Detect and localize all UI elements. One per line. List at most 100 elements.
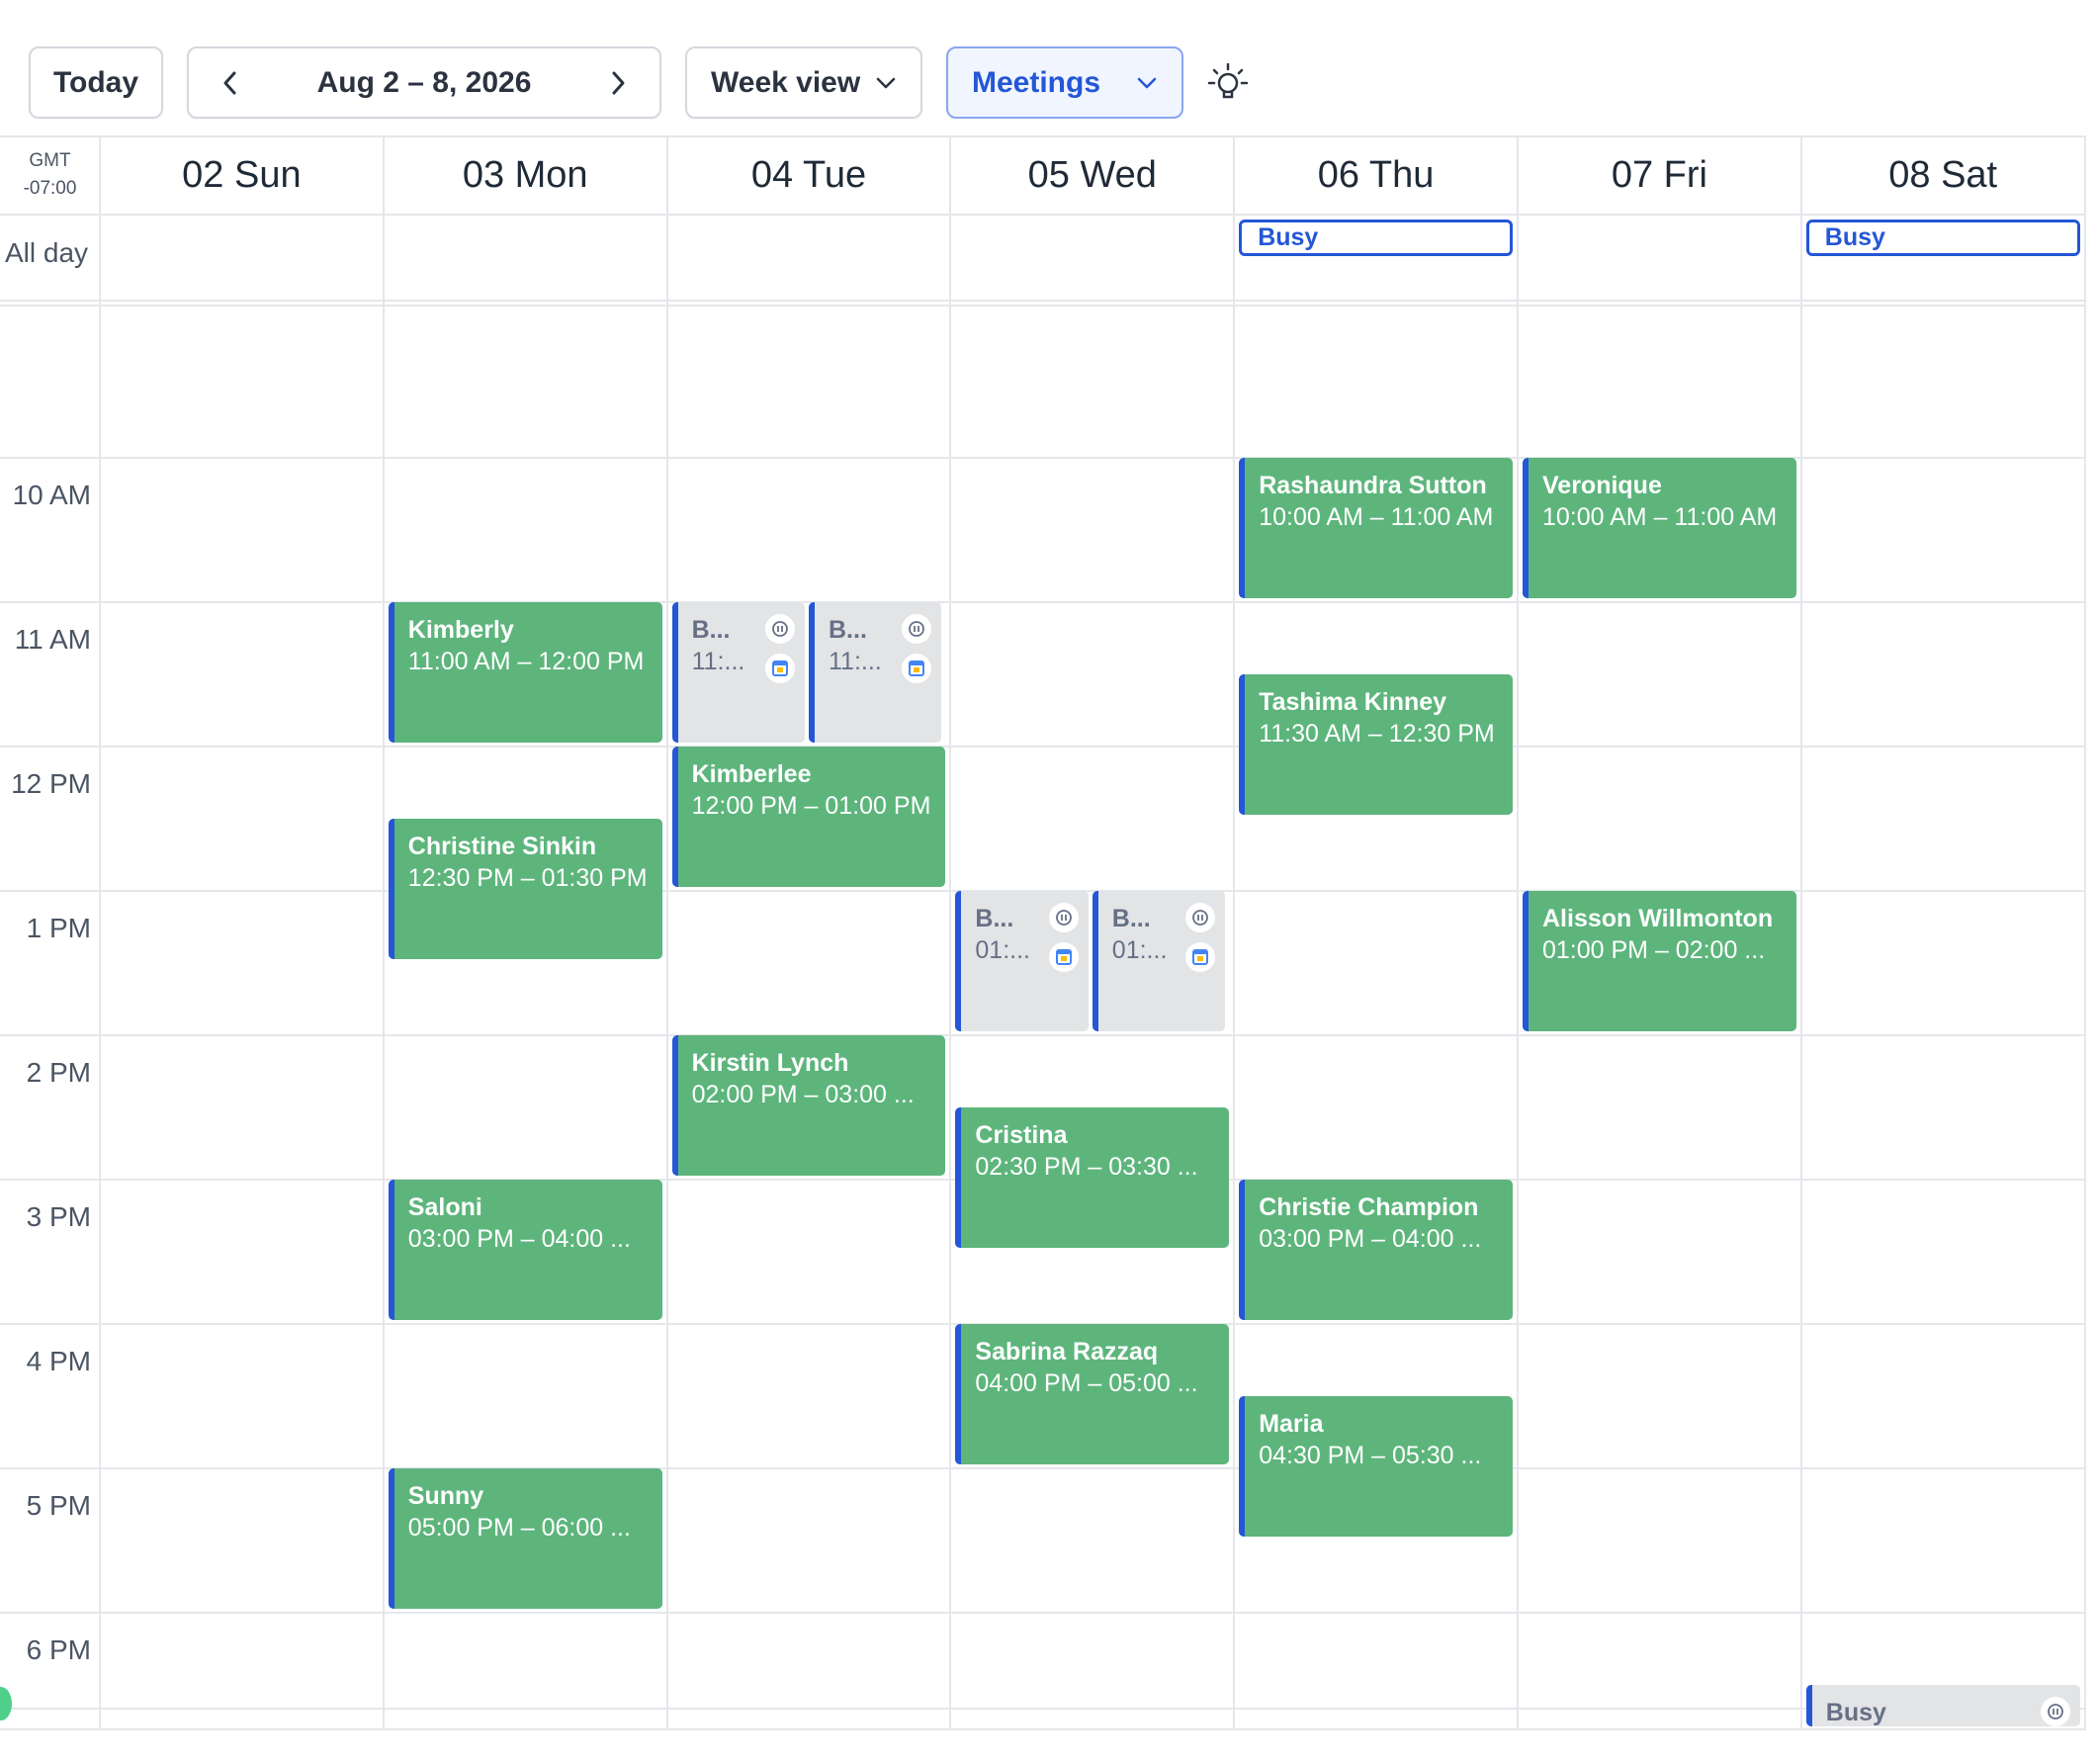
hour-line — [0, 1612, 2086, 1614]
event-time: 12:00 PM – 01:00 PM — [691, 792, 931, 820]
event-time: 12:30 PM – 01:30 PM — [407, 864, 648, 892]
event-time: 11:30 AM – 12:30 PM — [1259, 720, 1495, 748]
busy-status-icon — [764, 614, 795, 644]
day-header[interactable]: 06 Thu — [1234, 135, 1518, 215]
hour-line — [0, 1034, 2086, 1036]
date-range-label: Aug 2 – 8, 2026 — [316, 65, 532, 99]
event-time: 02:30 PM – 03:30 ... — [975, 1153, 1198, 1181]
meeting-event[interactable]: Christie Champion 03:00 PM – 04:00 ... — [1239, 1180, 1513, 1320]
meeting-event[interactable]: Alisson Willmonton 01:00 PM – 02:00 ... — [1523, 891, 1796, 1031]
header-divider — [0, 214, 2086, 216]
meeting-event[interactable]: Christine Sinkin 12:30 PM – 01:30 PM — [388, 819, 662, 959]
hour-line — [0, 601, 2086, 603]
event-title: Rashaundra Sutton — [1259, 472, 1487, 499]
chevron-down-icon — [1137, 77, 1157, 88]
meeting-event[interactable]: Sabrina Razzaq 04:00 PM – 05:00 ... — [955, 1324, 1230, 1464]
next-week-button[interactable] — [598, 63, 638, 103]
date-range-navigator: Aug 2 – 8, 2026 — [187, 46, 661, 119]
meeting-event[interactable]: Cristina 02:30 PM – 03:30 ... — [955, 1107, 1230, 1248]
event-time: 01:00 PM – 02:00 ... — [1542, 936, 1766, 964]
day-header[interactable]: 05 Wed — [950, 135, 1234, 215]
hour-label: 2 PM — [26, 1057, 91, 1088]
busy-status-icon — [902, 614, 932, 644]
event-title: Christine Sinkin — [407, 833, 597, 860]
chevron-left-icon — [223, 71, 236, 94]
event-time: 04:00 PM – 05:00 ... — [975, 1369, 1198, 1397]
busy-event-block[interactable]: B... 01:... — [955, 891, 1089, 1031]
event-time: 10:00 AM – 11:00 AM — [1259, 503, 1494, 531]
event-icons — [902, 614, 932, 683]
meeting-event[interactable]: Veronique 10:00 AM – 11:00 AM — [1523, 458, 1796, 598]
allday-divider-shadow — [0, 305, 2086, 307]
timezone-name: GMT — [29, 150, 71, 171]
calendar-toolbar: Today Aug 2 – 8, 2026 Week view Meetings — [0, 0, 2098, 129]
day-column-divider — [1517, 135, 1519, 1728]
event-title: Sabrina Razzaq — [975, 1338, 1159, 1366]
chevron-down-icon — [876, 77, 896, 88]
day-column-divider — [382, 135, 385, 1728]
event-time: 02:00 PM – 03:00 ... — [691, 1081, 915, 1108]
allday-busy-event[interactable]: Busy — [1805, 220, 2080, 256]
view-select-label: Week view — [711, 65, 861, 99]
day-header[interactable]: 03 Mon — [384, 135, 667, 215]
allday-label: All day — [5, 237, 89, 268]
event-time: 10:00 AM – 11:00 AM — [1542, 503, 1778, 531]
day-column-divider — [1233, 135, 1236, 1728]
event-title: Kimberlee — [691, 760, 812, 788]
day-column-divider — [99, 135, 101, 1728]
event-title: Veronique — [1542, 472, 1662, 499]
hour-label: 11 AM — [14, 624, 91, 655]
google-calendar-icon — [764, 654, 795, 683]
event-time: 04:30 PM – 05:30 ... — [1259, 1442, 1482, 1469]
busy-event-block[interactable]: B... 11:... — [809, 602, 942, 743]
google-calendar-icon — [1048, 942, 1079, 972]
day-header[interactable]: 04 Tue — [667, 135, 951, 215]
event-time: 03:00 PM – 04:00 ... — [407, 1225, 631, 1253]
view-select[interactable]: Week view — [685, 46, 922, 119]
day-column-divider — [1799, 135, 1802, 1728]
timezone-offset: -07:00 — [23, 178, 77, 199]
busy-event-block[interactable]: B... 01:... — [1092, 891, 1226, 1031]
allday-busy-event[interactable]: Busy — [1239, 220, 1513, 256]
today-button[interactable]: Today — [29, 46, 163, 119]
day-header[interactable]: 07 Fri — [1518, 135, 1801, 215]
hour-line — [0, 1467, 2086, 1469]
meeting-event[interactable]: Saloni 03:00 PM – 04:00 ... — [388, 1180, 662, 1320]
meeting-event[interactable]: Maria 04:30 PM – 05:30 ... — [1239, 1396, 1513, 1537]
meeting-event[interactable]: Kirstin Lynch 02:00 PM – 03:00 ... — [671, 1035, 946, 1176]
meeting-event[interactable]: Tashima Kinney 11:30 AM – 12:30 PM — [1239, 674, 1513, 815]
day-header[interactable]: 02 Sun — [100, 135, 384, 215]
event-time: 05:00 PM – 06:00 ... — [407, 1514, 631, 1542]
timezone-label: GMT -07:00 — [0, 135, 100, 215]
google-calendar-icon — [1185, 942, 1216, 972]
event-icons — [2040, 1697, 2070, 1726]
day-column-divider — [2083, 135, 2086, 1728]
event-filter-select[interactable]: Meetings — [946, 46, 1183, 119]
busy-status-icon — [1048, 903, 1079, 932]
busy-event-block[interactable]: B... 11:... — [671, 602, 805, 743]
hour-label: 5 PM — [26, 1490, 91, 1521]
event-title: Kirstin Lynch — [691, 1049, 849, 1077]
hour-label: 10 AM — [12, 480, 91, 510]
meeting-event[interactable]: Sunny 05:00 PM – 06:00 ... — [388, 1468, 662, 1609]
meeting-event[interactable]: Kimberly 11:00 AM – 12:00 PM — [388, 602, 662, 743]
busy-event-block[interactable]: Busy06:30 PM –08:00 PM — [1805, 1685, 2080, 1726]
hour-label: 3 PM — [26, 1201, 91, 1232]
hour-line — [0, 1708, 2086, 1710]
hour-label: 12 PM — [11, 768, 91, 799]
google-calendar-icon — [902, 654, 932, 683]
event-icons — [764, 614, 795, 683]
event-title: Tashima Kinney — [1259, 688, 1447, 716]
meeting-event[interactable]: Kimberlee 12:00 PM – 01:00 PM — [671, 747, 946, 887]
event-icons — [1048, 903, 1079, 972]
event-filter-label: Meetings — [972, 65, 1101, 99]
event-icons — [1185, 903, 1216, 972]
prev-week-button[interactable] — [211, 63, 250, 103]
allday-divider — [0, 300, 2086, 302]
event-title: Sunny — [407, 1482, 484, 1510]
day-column-divider — [665, 135, 668, 1728]
meeting-event[interactable]: Rashaundra Sutton 10:00 AM – 11:00 AM — [1239, 458, 1513, 598]
lightbulb-icon[interactable] — [1206, 61, 1250, 105]
chevron-right-icon — [612, 71, 625, 94]
day-header[interactable]: 08 Sat — [1801, 135, 2085, 215]
